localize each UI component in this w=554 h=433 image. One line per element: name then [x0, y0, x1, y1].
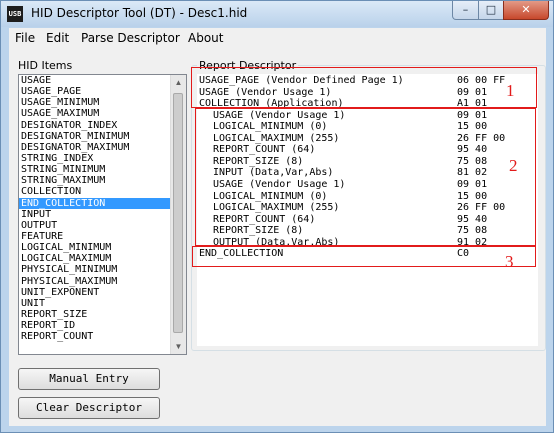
menu-edit[interactable]: Edit	[46, 31, 69, 45]
list-item[interactable]: REPORT_COUNT	[19, 331, 171, 342]
hid-items-scrollbar[interactable]: ▲ ▼	[170, 75, 186, 354]
scroll-up-icon[interactable]: ▲	[171, 75, 186, 90]
scroll-down-icon[interactable]: ▼	[171, 339, 186, 354]
list-item[interactable]: INPUT	[19, 209, 171, 220]
app-window: USB HID Descriptor Tool (DT) - Desc1.hid…	[0, 0, 554, 433]
list-item[interactable]: USAGE	[19, 75, 171, 86]
main-panel: HID Items USAGE USAGE_PAGE USAGE_MINIMUM US…	[9, 48, 546, 426]
annotation-box-1	[191, 67, 537, 108]
list-item[interactable]: STRING_MINIMUM	[19, 164, 171, 175]
list-item[interactable]: FEATURE	[19, 231, 171, 242]
list-item[interactable]: DESIGNATOR_MAXIMUM	[19, 142, 171, 153]
list-item[interactable]: STRING_MAXIMUM	[19, 175, 171, 186]
maximize-button[interactable]: □	[478, 1, 504, 20]
list-item[interactable]: DESIGNATOR_INDEX	[19, 120, 171, 131]
list-item[interactable]: UNIT	[19, 298, 171, 309]
list-item[interactable]: REPORT_SIZE	[19, 309, 171, 320]
list-item[interactable]: USAGE_MINIMUM	[19, 97, 171, 108]
annotation-label-2: 2	[509, 156, 518, 175]
title-bar[interactable]: USB HID Descriptor Tool (DT) - Desc1.hid…	[1, 1, 553, 27]
window-title: HID Descriptor Tool (DT) - Desc1.hid	[31, 6, 248, 20]
clear-descriptor-button[interactable]: Clear Descriptor	[18, 397, 160, 419]
scroll-thumb[interactable]	[173, 93, 183, 333]
list-item[interactable]: REPORT_ID	[19, 320, 171, 331]
list-item[interactable]: OUTPUT	[19, 220, 171, 231]
annotation-box-3	[192, 246, 536, 267]
list-item[interactable]: LOGICAL_MINIMUM	[19, 242, 171, 253]
list-item[interactable]: DESIGNATOR_MINIMUM	[19, 131, 171, 142]
hid-items-container: USAGE USAGE_PAGE USAGE_MINIMUM USAGE_MAXIMU…	[19, 75, 186, 342]
annotation-label-3: 3	[505, 252, 514, 271]
menu-bar: File Edit Parse Descriptor About	[9, 28, 546, 48]
menu-file[interactable]: File	[15, 31, 35, 45]
minimize-button[interactable]: –	[452, 1, 479, 20]
app-icon[interactable]: USB	[7, 6, 23, 22]
list-item[interactable]: END_COLLECTION	[19, 197, 171, 209]
manual-entry-button[interactable]: Manual Entry	[18, 368, 160, 390]
hid-items-list[interactable]: USAGE USAGE_PAGE USAGE_MINIMUM USAGE_MAXIMU…	[18, 74, 187, 355]
list-item[interactable]: STRING_INDEX	[19, 153, 171, 164]
list-item[interactable]: USAGE_PAGE	[19, 86, 171, 97]
annotation-label-1: 1	[506, 81, 515, 100]
annotation-box-2	[195, 108, 536, 246]
menu-parse-descriptor[interactable]: Parse Descriptor	[81, 31, 180, 45]
list-item[interactable]: LOGICAL_MAXIMUM	[19, 253, 171, 264]
close-button[interactable]: ✕	[503, 1, 549, 20]
list-item[interactable]: PHYSICAL_MAXIMUM	[19, 276, 171, 287]
list-item[interactable]: COLLECTION	[19, 186, 171, 197]
menu-about[interactable]: About	[188, 31, 223, 45]
hid-items-label: HID Items	[18, 59, 73, 72]
list-item[interactable]: UNIT_EXPONENT	[19, 287, 171, 298]
list-item[interactable]: PHYSICAL_MINIMUM	[19, 264, 171, 275]
list-item[interactable]: USAGE_MAXIMUM	[19, 108, 171, 119]
